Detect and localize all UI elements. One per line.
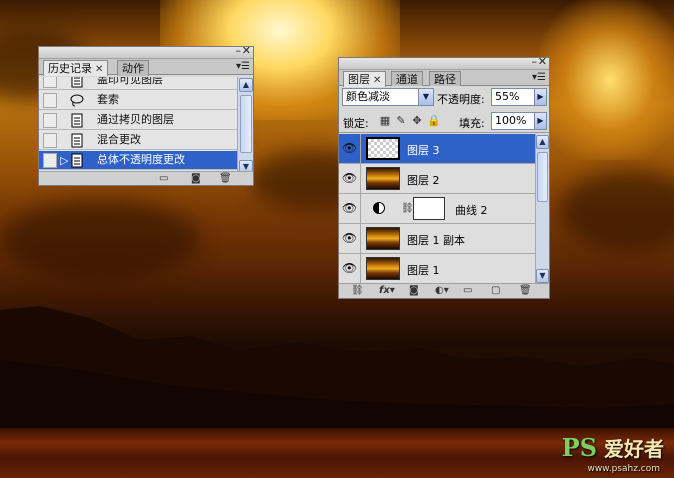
history-toolbar: ▭ ◙ 🗑: [39, 171, 253, 185]
scroll-up-icon[interactable]: ▲: [536, 135, 549, 149]
lock-all-icon[interactable]: 🔒: [427, 115, 441, 127]
document-icon: [71, 113, 83, 128]
tab-channels[interactable]: 通道: [391, 71, 423, 87]
trash-icon[interactable]: 🗑: [519, 285, 532, 297]
layer-thumbnail: [366, 167, 400, 190]
snapshot-slot[interactable]: [43, 133, 57, 148]
cloud: [560, 170, 674, 250]
document-icon: [71, 153, 83, 168]
layer-thumbnail: [366, 257, 400, 280]
close-icon[interactable]: ✕: [538, 56, 547, 68]
eye-icon[interactable]: 👁: [339, 134, 361, 163]
trash-icon[interactable]: 🗑: [219, 173, 232, 185]
layer-thumbnail: [366, 227, 400, 250]
opacity-field[interactable]: 55% ▶: [491, 88, 547, 106]
tab-paths[interactable]: 路径: [429, 71, 461, 87]
scroll-thumb[interactable]: [537, 152, 548, 202]
lasso-icon: [70, 94, 84, 107]
mask-icon[interactable]: ◙: [409, 285, 419, 297]
folder-icon[interactable]: ▭: [463, 285, 472, 297]
document-icon: [71, 77, 83, 88]
new-layer-icon[interactable]: ▢: [491, 285, 500, 297]
layers-toolbar: ⛓ fx▾ ◙ ◐▾ ▭ ▢ 🗑: [339, 283, 549, 298]
tab-close-icon[interactable]: ✕: [373, 75, 381, 86]
scroll-down-icon[interactable]: ▼: [536, 269, 549, 283]
panel-menu-icon[interactable]: ▾☰: [236, 61, 250, 72]
minimize-icon[interactable]: –: [532, 56, 538, 68]
close-icon[interactable]: ✕: [242, 45, 251, 57]
new-document-icon[interactable]: ▭: [159, 173, 168, 185]
panel-titlebar[interactable]: – ✕: [339, 56, 549, 70]
list-item[interactable]: 通过拷贝的图层: [39, 111, 237, 130]
minimize-icon[interactable]: –: [236, 45, 242, 57]
layer-name: 图层 1 副本: [407, 234, 465, 247]
history-state-pointer-icon[interactable]: ▷: [60, 154, 68, 167]
mountains: [0, 306, 674, 440]
link-icon[interactable]: ⛓: [401, 203, 414, 214]
lock-brush-icon[interactable]: ✎: [395, 115, 407, 127]
lock-transparency-icon[interactable]: ▦: [379, 115, 391, 127]
lock-move-icon[interactable]: ✥: [411, 115, 423, 127]
fill-field[interactable]: 100% ▶: [491, 112, 547, 130]
history-scrollbar[interactable]: ▲ ▼: [237, 77, 253, 175]
layer-row[interactable]: 👁 图层 2: [339, 164, 535, 194]
tab-actions[interactable]: 动作: [117, 60, 149, 76]
sky-glow: [540, 0, 674, 160]
layers-scrollbar[interactable]: ▲ ▼: [535, 134, 549, 284]
history-tabs: 历史记录 ✕ 动作 ▾☰: [39, 59, 253, 76]
chevron-down-icon[interactable]: ▼: [418, 89, 433, 105]
snapshot-slot[interactable]: [43, 113, 57, 128]
panel-menu-icon[interactable]: ▾☰: [532, 72, 546, 83]
lock-row: 锁定: ▦ ✎ ✥ 🔒 填充: 100% ▶: [339, 109, 549, 133]
list-item[interactable]: 套索: [39, 91, 237, 110]
tab-history[interactable]: 历史记录 ✕: [43, 60, 109, 76]
layer-row[interactable]: 👁 图层 3: [339, 134, 535, 164]
snapshot-slot[interactable]: [43, 153, 57, 168]
blend-mode-select[interactable]: 颜色减淡 ▼: [342, 88, 434, 106]
list-item[interactable]: 混合更改: [39, 131, 237, 150]
history-list: 盖印可见图层 套索 通过拷贝的图层 混合更改 ▷ 总体不透明度更改: [39, 77, 253, 175]
layers-tabs: 图层 ✕ 通道 路径 ▾☰: [339, 70, 549, 87]
blend-row: 颜色减淡 ▼ 不透明度: 55% ▶: [339, 86, 549, 108]
layers-panel: – ✕ 图层 ✕ 通道 路径 ▾☰ 颜色减淡 ▼ 不透明度: 55% ▶ 锁定: …: [338, 56, 550, 299]
list-item[interactable]: ▷ 总体不透明度更改: [39, 151, 237, 170]
opacity-label: 不透明度:: [437, 93, 485, 106]
snapshot-slot[interactable]: [43, 93, 57, 108]
chevron-right-icon[interactable]: ▶: [534, 113, 546, 129]
document-icon: [71, 133, 83, 148]
layer-name: 图层 3: [407, 144, 440, 157]
eye-icon[interactable]: 👁: [339, 254, 361, 283]
chevron-right-icon[interactable]: ▶: [534, 89, 546, 105]
list-item[interactable]: 盖印可见图层: [39, 77, 237, 90]
cloud: [0, 200, 200, 280]
layer-thumbnail: [366, 137, 400, 160]
eye-icon[interactable]: 👁: [339, 224, 361, 253]
layer-list: 👁 图层 3 👁 图层 2 👁 ⛓ 曲线 2 👁 图层 1 副本 👁 图层 1: [339, 134, 535, 284]
fill-label: 填充:: [459, 117, 485, 130]
watermark-url: www.psahz.com: [587, 464, 660, 474]
scroll-up-icon[interactable]: ▲: [239, 78, 253, 92]
link-icon[interactable]: ⛓: [351, 285, 364, 297]
layer-row[interactable]: 👁 ⛓ 曲线 2: [339, 194, 535, 224]
fx-icon[interactable]: fx▾: [379, 285, 395, 297]
snapshot-slot[interactable]: [43, 77, 57, 88]
eye-icon[interactable]: 👁: [339, 194, 361, 223]
layer-name: 曲线 2: [455, 204, 488, 217]
watermark: PS 爱好者: [561, 433, 664, 462]
lock-label: 锁定:: [343, 117, 369, 130]
scroll-thumb[interactable]: [240, 95, 252, 153]
eye-icon[interactable]: 👁: [339, 164, 361, 193]
tab-close-icon[interactable]: ✕: [95, 64, 103, 75]
adjustment-icon[interactable]: ◐▾: [435, 285, 449, 297]
camera-icon[interactable]: ◙: [191, 173, 201, 185]
layer-name: 图层 2: [407, 174, 440, 187]
history-panel: – ✕ 历史记录 ✕ 动作 ▾☰ 盖印可见图层 套索 通过拷贝的图层 混合更改 …: [38, 45, 254, 186]
layer-name: 图层 1: [407, 264, 440, 277]
tab-layers[interactable]: 图层 ✕: [343, 71, 387, 87]
layer-row[interactable]: 👁 图层 1: [339, 254, 535, 284]
layer-row[interactable]: 👁 图层 1 副本: [339, 224, 535, 254]
panel-titlebar[interactable]: – ✕: [39, 45, 253, 59]
adjustment-layer-icon: [373, 202, 385, 214]
layer-mask-thumbnail[interactable]: [413, 197, 445, 220]
